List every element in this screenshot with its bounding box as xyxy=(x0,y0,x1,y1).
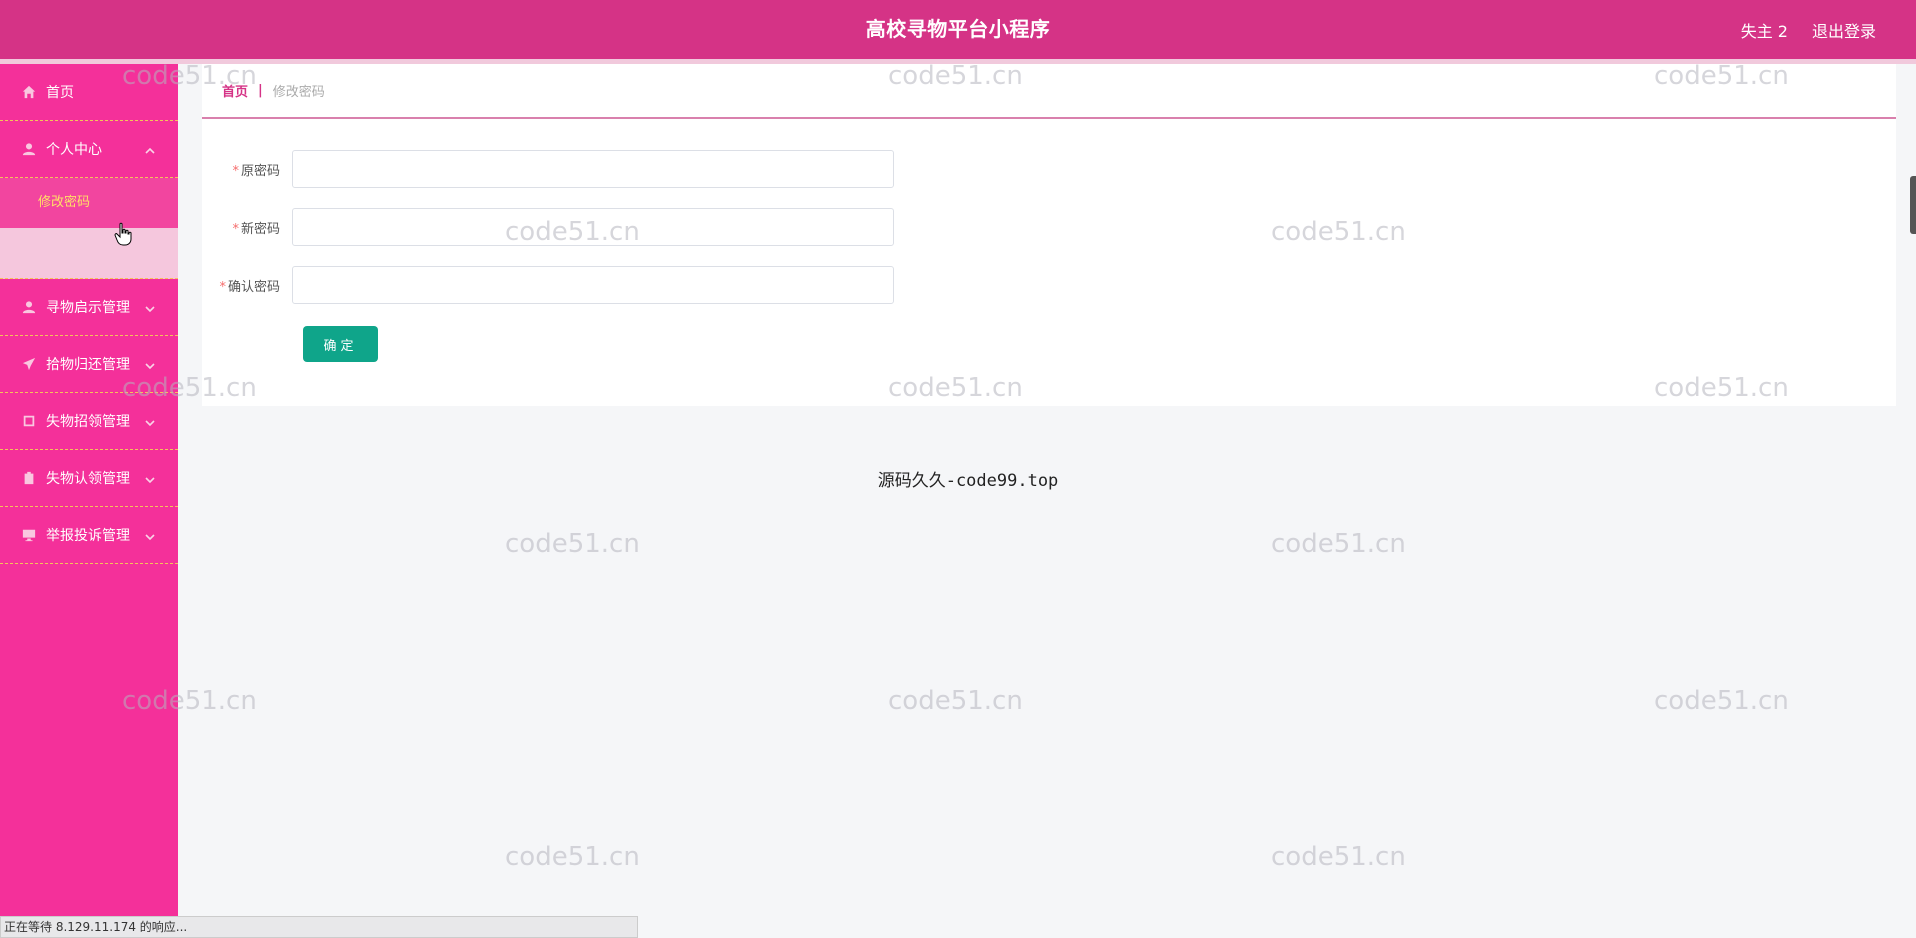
submit-button[interactable]: 确定 xyxy=(303,326,378,362)
submenu-empty-row xyxy=(0,228,178,278)
sidebar-item-personal-center[interactable]: 个人中心 xyxy=(0,121,178,178)
chevron-down-icon xyxy=(145,359,155,370)
paper-plane-icon xyxy=(22,357,36,371)
sidebar-item-label: 举报投诉管理 xyxy=(46,528,130,544)
sidebar-item-label: 个人中心 xyxy=(46,142,102,158)
form-row-old-password: * 原密码 xyxy=(202,150,894,188)
field-label: * 原密码 xyxy=(232,163,280,179)
sidebar-item-label: 拾物归还管理 xyxy=(46,357,130,373)
logout-link[interactable]: 退出登录 xyxy=(1812,18,1876,42)
sidebar-item-lost-found[interactable]: 失物招领管理 xyxy=(0,393,178,450)
sidebar-subitem-change-password[interactable]: 修改密码 xyxy=(0,178,178,228)
chevron-down-icon xyxy=(145,530,155,541)
confirm-password-input[interactable] xyxy=(292,266,894,304)
new-password-input[interactable] xyxy=(292,208,894,246)
watermark: code51.cn xyxy=(505,842,640,872)
breadcrumb-separator: | xyxy=(258,83,263,98)
header-actions: 失主 2 退出登录 xyxy=(1741,0,1876,59)
browser-status-bar: 正在等待 8.129.11.174 的响应... xyxy=(0,916,638,938)
side-panel-handle[interactable] xyxy=(1910,176,1916,234)
chevron-down-icon xyxy=(145,416,155,427)
sidebar-item-label: 首页 xyxy=(46,85,74,101)
field-label: * 新密码 xyxy=(232,221,280,237)
sidebar: 首页 个人中心 修改密码 寻物启示管理 拾物归还管理 失物招领管理 失物认领管理… xyxy=(0,64,178,938)
chevron-down-icon xyxy=(145,302,155,313)
chevron-up-icon xyxy=(145,144,155,154)
sidebar-item-report-complaint[interactable]: 举报投诉管理 xyxy=(0,507,178,564)
watermark: code51.cn xyxy=(888,686,1023,716)
footer-text: 源码久久-code99.top xyxy=(877,471,1059,491)
content-card: 首页 | 修改密码 * 原密码 * 新密码 * 确认密码 确定 xyxy=(202,64,1896,406)
current-user[interactable]: 失主 2 xyxy=(1741,18,1788,42)
watermark: code51.cn xyxy=(1271,842,1406,872)
breadcrumb-current: 修改密码 xyxy=(272,85,325,100)
top-header: 高校寻物平台小程序 失主 2 退出登录 xyxy=(0,0,1916,59)
breadcrumb-home[interactable]: 首页 xyxy=(222,81,248,100)
breadcrumb: 首页 | 修改密码 xyxy=(202,64,1896,119)
personal-center-submenu: 修改密码 xyxy=(0,178,178,279)
monitor-icon xyxy=(22,528,36,542)
field-label: * 确认密码 xyxy=(219,279,280,295)
sidebar-item-home[interactable]: 首页 xyxy=(0,64,178,121)
watermark: code51.cn xyxy=(505,529,640,559)
watermark: code51.cn xyxy=(1654,686,1789,716)
app-root: 高校寻物平台小程序 失主 2 退出登录 首页 个人中心 修改密码 寻物启示管理 … xyxy=(0,0,1916,938)
form-row-new-password: * 新密码 xyxy=(202,208,894,246)
hand-cursor-icon xyxy=(114,222,132,246)
sidebar-item-label: 寻物启示管理 xyxy=(46,300,130,316)
app-title: 高校寻物平台小程序 xyxy=(865,17,1051,41)
form-row-confirm-password: * 确认密码 xyxy=(202,266,894,304)
old-password-input[interactable] xyxy=(292,150,894,188)
square-icon xyxy=(22,414,36,428)
sidebar-item-label: 失物招领管理 xyxy=(46,414,130,430)
change-password-form: * 原密码 * 新密码 * 确认密码 xyxy=(202,150,894,324)
user-icon xyxy=(22,300,36,314)
watermark: code51.cn xyxy=(1271,529,1406,559)
home-icon xyxy=(22,85,36,99)
sidebar-item-lost-notice[interactable]: 寻物启示管理 xyxy=(0,279,178,336)
user-icon xyxy=(22,142,36,156)
sidebar-item-found-return[interactable]: 拾物归还管理 xyxy=(0,336,178,393)
